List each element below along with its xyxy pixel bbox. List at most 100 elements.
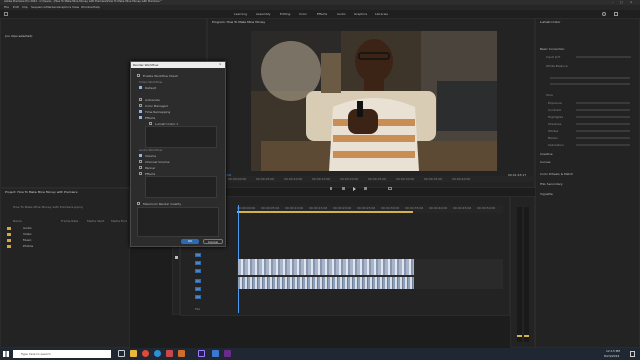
menu-graphics[interactable]: Graphics xyxy=(58,5,71,9)
sub-exposure: Exposure xyxy=(548,101,562,105)
edge-icon[interactable] xyxy=(154,350,161,357)
dialog-close-button[interactable]: × xyxy=(219,62,222,66)
tab-audio[interactable]: Audio xyxy=(337,12,346,16)
menu-clip[interactable]: Clip xyxy=(22,5,28,9)
tint-slider[interactable] xyxy=(550,83,630,85)
chrome-icon[interactable] xyxy=(142,350,149,357)
track-a1[interactable]: A1 xyxy=(195,279,201,283)
col-frame-rate[interactable]: Frame Rate xyxy=(61,219,78,223)
menu-sequence[interactable]: Sequence xyxy=(31,5,46,9)
section-vignette[interactable]: Vignette xyxy=(540,192,553,196)
work-area-bar[interactable] xyxy=(237,211,413,213)
taskbar-search[interactable]: Type here to search xyxy=(13,350,111,358)
max-render-checkbox[interactable] xyxy=(137,202,140,205)
tab-assembly[interactable]: Assembly xyxy=(256,12,270,16)
col-media-end[interactable]: Media End xyxy=(111,219,127,223)
section-color-wheels[interactable]: Color Wheels & Match xyxy=(540,172,573,176)
shadows-slider[interactable] xyxy=(576,123,630,125)
minimize-button[interactable]: – xyxy=(612,0,614,4)
share-icon[interactable] xyxy=(614,12,618,16)
app-icon[interactable] xyxy=(166,350,173,357)
app-icon[interactable] xyxy=(212,350,219,357)
lumetri-checkbox[interactable] xyxy=(149,122,152,125)
maximize-button[interactable]: □ xyxy=(620,0,623,4)
menu-window[interactable]: Window xyxy=(81,5,93,9)
enable-workflow-label: Enable Workflow Check xyxy=(143,74,179,78)
dialog-title-bar: Render Workflow × xyxy=(131,62,225,68)
step-forward-icon[interactable] xyxy=(364,187,367,190)
time-remapping-checkbox[interactable] xyxy=(139,110,142,113)
exposure-slider[interactable] xyxy=(576,102,630,104)
col-media-start[interactable]: Media Start xyxy=(87,219,104,223)
tab-graphics[interactable]: Graphics xyxy=(354,12,367,16)
sub-tone: Tone xyxy=(546,93,553,97)
channel-volume-checkbox[interactable] xyxy=(139,160,142,163)
saturation-slider[interactable] xyxy=(576,144,630,146)
windows-start-icon[interactable] xyxy=(3,351,9,357)
track-a2[interactable]: A2 xyxy=(195,287,201,291)
tl-tc-7: 00:00:35:00 xyxy=(405,206,424,210)
color-managed-checkbox[interactable] xyxy=(139,104,142,107)
audio-effects-list-box xyxy=(145,176,217,198)
tab-color[interactable]: Color xyxy=(299,12,307,16)
timeline-ruler[interactable]: 00:00:00:00 00:00:05:00 00:00:10:00 00:0… xyxy=(237,205,503,213)
col-name[interactable]: Name xyxy=(13,219,22,223)
track-v2[interactable]: V2 xyxy=(195,261,201,265)
section-creative[interactable]: Creative xyxy=(540,152,553,156)
menu-view[interactable]: View xyxy=(72,5,79,9)
menu-edit[interactable]: Edit xyxy=(13,5,19,9)
close-button[interactable]: × xyxy=(630,0,633,4)
sub-highlights: Highlights xyxy=(548,115,564,119)
project-tab[interactable]: How To Make Mine Money with Premiere.prp… xyxy=(13,205,83,209)
track-v1[interactable]: V1 xyxy=(195,269,201,273)
section-hsl[interactable]: HSL Secondary xyxy=(540,182,563,186)
contrast-slider[interactable] xyxy=(576,109,630,111)
menu-markers[interactable]: Markers xyxy=(46,5,58,9)
audio-clip[interactable] xyxy=(238,277,414,289)
section-curves[interactable]: Curves xyxy=(540,160,550,164)
ok-button[interactable]: OK xyxy=(181,239,199,244)
tab-libraries[interactable]: Libraries xyxy=(375,12,388,16)
track-v3[interactable]: V3 xyxy=(195,253,201,257)
home-icon[interactable] xyxy=(4,12,8,16)
whites-slider[interactable] xyxy=(576,130,630,132)
explorer-icon[interactable] xyxy=(130,350,137,357)
task-view-icon[interactable] xyxy=(118,350,125,357)
tab-editing[interactable]: Editing xyxy=(280,12,290,16)
temperature-slider[interactable] xyxy=(550,77,630,79)
enable-workflow-checkbox[interactable] xyxy=(137,74,140,77)
blacks-slider[interactable] xyxy=(576,137,630,139)
mark-in-icon[interactable] xyxy=(330,187,332,190)
highlights-slider[interactable] xyxy=(576,116,630,118)
channel-volume-label: Channel Volume xyxy=(145,160,170,164)
meter-right xyxy=(524,207,529,342)
panner-checkbox[interactable] xyxy=(139,166,142,169)
app-icon[interactable] xyxy=(224,350,231,357)
tab-effects[interactable]: Effects xyxy=(317,12,327,16)
volume-checkbox[interactable] xyxy=(139,154,142,157)
autoscale-checkbox[interactable] xyxy=(139,98,142,101)
track-a3[interactable]: A3 xyxy=(195,295,201,299)
audio-workflow-label: Audio Workflow xyxy=(139,148,163,152)
export-frame-icon[interactable] xyxy=(388,187,392,190)
notification-icon[interactable] xyxy=(630,351,635,357)
video-clip[interactable] xyxy=(238,259,414,275)
meter-level-left xyxy=(517,335,522,337)
input-lut-dropdown[interactable] xyxy=(576,56,631,58)
tab-learning[interactable]: Learning xyxy=(234,12,247,16)
section-basic-correction[interactable]: Basic Correction xyxy=(540,47,564,51)
audio-effects-checkbox[interactable] xyxy=(139,172,142,175)
cancel-button[interactable]: Cancel xyxy=(203,239,223,244)
premiere-icon[interactable] xyxy=(198,350,205,357)
play-icon[interactable] xyxy=(353,187,356,191)
search-icon[interactable] xyxy=(602,12,606,16)
selection-tool-icon[interactable] xyxy=(175,256,178,259)
effects-checkbox[interactable] xyxy=(139,116,142,119)
app-icon[interactable] xyxy=(178,350,185,357)
default-checkbox[interactable] xyxy=(139,86,142,89)
list-item[interactable]: Photos xyxy=(5,244,125,250)
menu-help[interactable]: Help xyxy=(93,5,100,9)
step-back-icon[interactable] xyxy=(342,187,345,190)
sub-white-balance: White Balance xyxy=(546,64,568,68)
menu-file[interactable]: File xyxy=(4,5,9,9)
